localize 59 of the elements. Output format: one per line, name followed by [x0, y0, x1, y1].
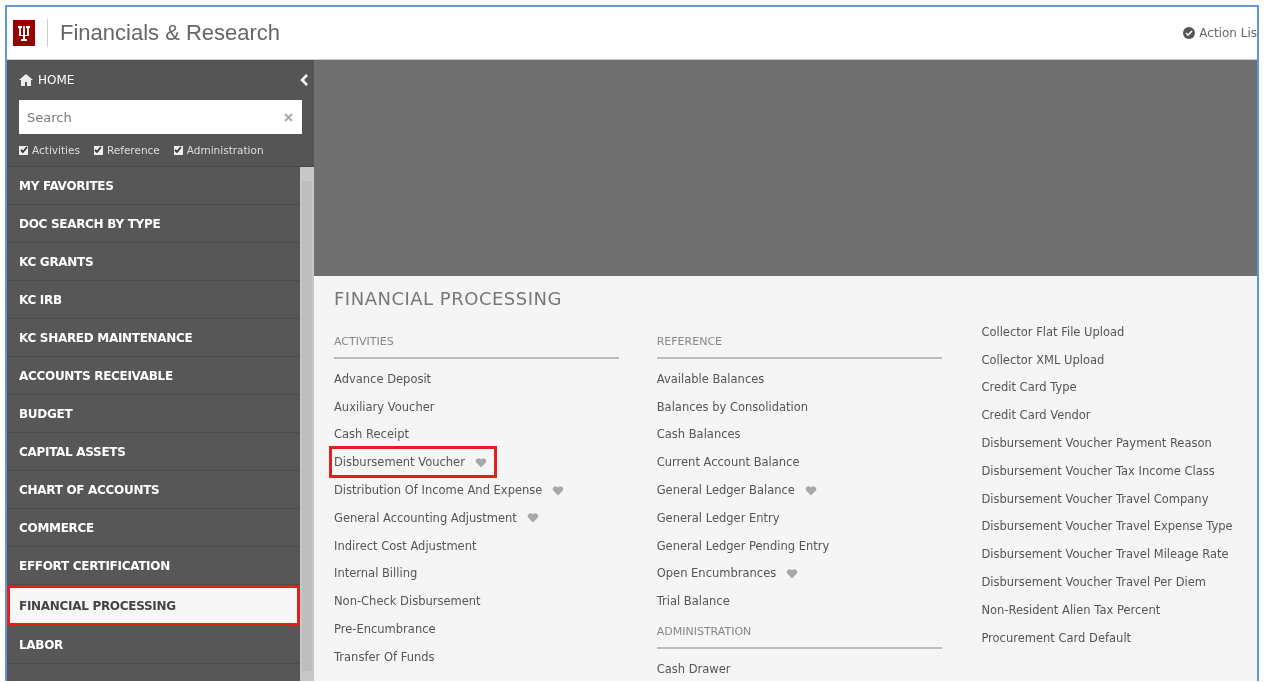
collapse-icon[interactable]: [300, 74, 308, 86]
menu-link[interactable]: General Ledger Pending Entry: [656, 538, 830, 553]
menu-link[interactable]: General Accounting Adjustment: [334, 510, 517, 525]
checkbox[interactable]: [19, 145, 28, 155]
heart-icon[interactable]: [552, 484, 565, 496]
scrollbar[interactable]: [300, 167, 314, 681]
group-heading: ADMINISTRATION: [656, 625, 942, 650]
section-title: FINANCIAL PROCESSING: [334, 288, 563, 309]
search-field[interactable]: Search: [19, 100, 302, 134]
menu-link[interactable]: Indirect Cost Adjustment: [334, 538, 477, 553]
menu-link[interactable]: Disbursement Voucher Travel Mileage Rate: [981, 547, 1229, 562]
menu-link[interactable]: Cash Receipt: [334, 427, 409, 442]
logo-icon: [13, 20, 35, 46]
menu-link[interactable]: Open Encumbrances: [656, 566, 777, 581]
group-heading: REFERENCE: [656, 335, 942, 359]
menu-link[interactable]: Auxiliary Voucher: [334, 399, 435, 414]
group-heading: ACTIVITIES: [334, 335, 619, 359]
menu-link[interactable]: Internal Billing: [334, 566, 418, 581]
menu-link[interactable]: Collector XML Upload: [981, 352, 1105, 367]
checkbox-label: Activities: [32, 144, 80, 156]
menu-link[interactable]: Credit Card Vendor: [981, 408, 1091, 423]
check-circle-icon: [1183, 27, 1196, 39]
menu-link[interactable]: Current Account Balance: [656, 455, 800, 470]
menu-link[interactable]: Disbursement Voucher Payment Reason: [981, 436, 1212, 451]
menu-link[interactable]: Available Balances: [656, 371, 765, 386]
menu-link[interactable]: General Ledger Balance: [656, 483, 795, 498]
menu-link[interactable]: Trial Balance: [656, 594, 730, 609]
menu-link[interactable]: Non-Resident Alien Tax Percent: [981, 602, 1161, 617]
menu-link[interactable]: Credit Card Type: [981, 380, 1077, 395]
checkbox-label: Administration: [186, 144, 264, 156]
home-icon: [19, 74, 33, 86]
clear-icon[interactable]: [284, 113, 293, 122]
menu-link[interactable]: Distribution Of Income And Expense: [334, 483, 543, 498]
checkbox-label: Reference: [106, 144, 160, 156]
menu-link[interactable]: Disbursement Voucher Travel Company: [981, 491, 1209, 506]
app-title: Financials & Research: [60, 20, 281, 46]
menu-link[interactable]: Transfer Of Funds: [334, 649, 435, 664]
checkbox[interactable]: [173, 145, 183, 155]
menu-link[interactable]: Cash Balances: [656, 427, 741, 442]
menu-link[interactable]: Disbursement Voucher Travel Expense Type: [981, 519, 1233, 534]
menu-link[interactable]: Advance Deposit: [334, 371, 432, 386]
menu-link[interactable]: General Ledger Entry: [656, 510, 780, 525]
heart-icon[interactable]: [526, 512, 539, 524]
heart-icon[interactable]: [804, 484, 817, 496]
menu-link[interactable]: Disbursement Voucher Travel Per Diem: [981, 575, 1207, 590]
menu-link[interactable]: Procurement Card Default: [981, 630, 1132, 645]
menu-link[interactable]: Pre-Encumbrance: [334, 622, 436, 637]
menu-link[interactable]: Cash Drawer: [656, 662, 731, 677]
menu-link[interactable]: Disbursement Voucher Tax Income Class: [981, 463, 1215, 478]
menu-link[interactable]: Non-Check Disbursement: [334, 594, 481, 609]
action-list-link[interactable]: Action Lis: [1199, 26, 1257, 40]
menu-link[interactable]: Disbursement Voucher: [334, 455, 465, 470]
heart-icon[interactable]: [474, 456, 487, 468]
heart-icon[interactable]: [786, 567, 799, 579]
sidebar-item[interactable]: FINANCIAL PROCESSING: [7, 585, 300, 626]
menu-link[interactable]: Collector Flat File Upload: [981, 324, 1125, 339]
home-link[interactable]: HOME: [38, 73, 75, 87]
checkbox[interactable]: [93, 145, 103, 155]
menu-link[interactable]: Balances by Consolidation: [656, 399, 809, 414]
